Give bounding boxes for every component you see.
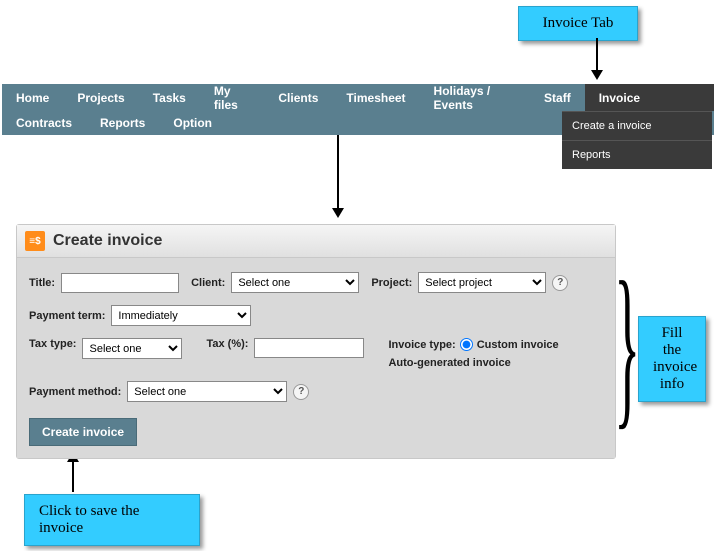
callout-click-save: Click to save the invoice [24,494,200,546]
panel-body: Title: Client: Select one Project: Selec… [17,258,615,458]
nav-clients[interactable]: Clients [264,84,332,111]
invoice-type-custom-label: Custom invoice [477,339,559,351]
callout-invoice-tab: Invoice Tab [518,6,638,41]
title-input[interactable] [61,273,179,293]
arrow-line [596,38,598,70]
nav-my-files[interactable]: My files [200,84,265,111]
payment-term-select[interactable]: Immediately [111,305,251,326]
tax-pct-label: Tax (%): [206,338,248,350]
payment-method-select[interactable]: Select one [127,381,287,402]
nav-invoice[interactable]: Invoice [585,84,714,111]
client-label: Client: [191,277,225,289]
arrow-head-icon [332,208,344,218]
tax-pct-input[interactable] [254,338,364,358]
tax-type-label: Tax type: [29,338,76,350]
project-label: Project: [371,277,412,289]
nav-tasks[interactable]: Tasks [139,84,200,111]
client-select[interactable]: Select one [231,272,359,293]
dropdown-create-invoice[interactable]: Create a invoice [562,111,712,140]
brace-icon: } [614,255,640,435]
create-invoice-button[interactable]: Create invoice [29,418,137,446]
payment-method-help-icon[interactable]: ? [293,384,309,400]
project-select[interactable]: Select project [418,272,546,293]
nav-staff[interactable]: Staff [530,84,585,111]
panel-title: Create invoice [53,232,162,250]
callout-fill-info: Fill the invoice info [638,316,706,402]
nav-timesheet[interactable]: Timesheet [332,84,419,111]
invoice-type-label: Invoice type: [388,339,455,351]
panel-header: ≡$ Create invoice [17,225,615,258]
payment-method-label: Payment method: [29,386,121,398]
nav-contracts[interactable]: Contracts [2,111,86,135]
dropdown-reports[interactable]: Reports [562,140,712,169]
nav-option[interactable]: Option [159,111,226,135]
payment-term-label: Payment term: [29,310,105,322]
nav-projects[interactable]: Projects [63,84,138,111]
title-label: Title: [29,277,55,289]
invoice-type-custom-radio[interactable] [460,338,473,351]
project-help-icon[interactable]: ? [552,275,568,291]
create-invoice-panel: ≡$ Create invoice Title: Client: Select … [16,224,616,459]
invoice-icon: ≡$ [25,231,45,251]
tax-type-select[interactable]: Select one [82,338,182,359]
arrow-line [72,462,74,492]
nav-holidays[interactable]: Holidays / Events [420,84,531,111]
nav-home[interactable]: Home [2,84,63,111]
invoice-dropdown: Create a invoice Reports [562,111,712,169]
nav-reports[interactable]: Reports [86,111,159,135]
nav-row-1: Home Projects Tasks My files Clients Tim… [2,84,714,111]
invoice-type-auto-label: Auto-generated invoice [388,357,558,369]
arrow-head-icon [591,70,603,80]
